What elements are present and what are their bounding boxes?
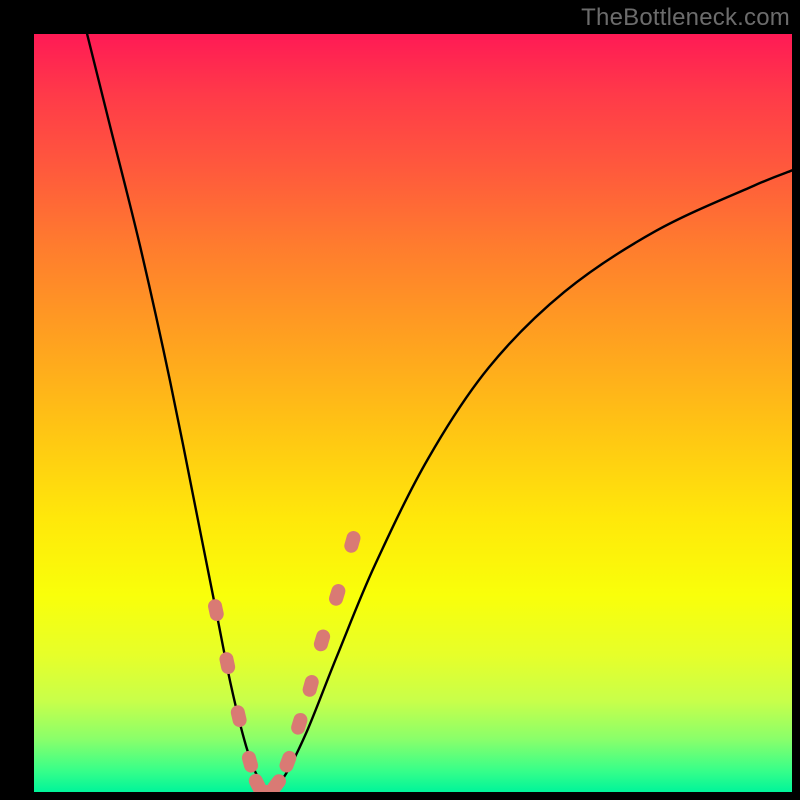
- bottleneck-curve-path: [87, 34, 792, 792]
- bottleneck-marker: [240, 749, 259, 774]
- bottleneck-markers-group: [207, 529, 362, 792]
- bottleneck-marker: [301, 673, 320, 698]
- chart-container: TheBottleneck.com: [0, 0, 800, 800]
- bottleneck-marker: [207, 598, 225, 622]
- bottleneck-marker: [343, 529, 362, 554]
- bottleneck-marker: [229, 704, 248, 729]
- bottleneck-marker: [327, 582, 347, 607]
- watermark-text: TheBottleneck.com: [581, 4, 790, 32]
- bottleneck-curve-svg: [34, 34, 792, 792]
- bottleneck-marker: [277, 749, 298, 775]
- bottleneck-marker: [312, 628, 332, 653]
- bottleneck-marker: [218, 651, 236, 675]
- plot-area: [34, 34, 792, 792]
